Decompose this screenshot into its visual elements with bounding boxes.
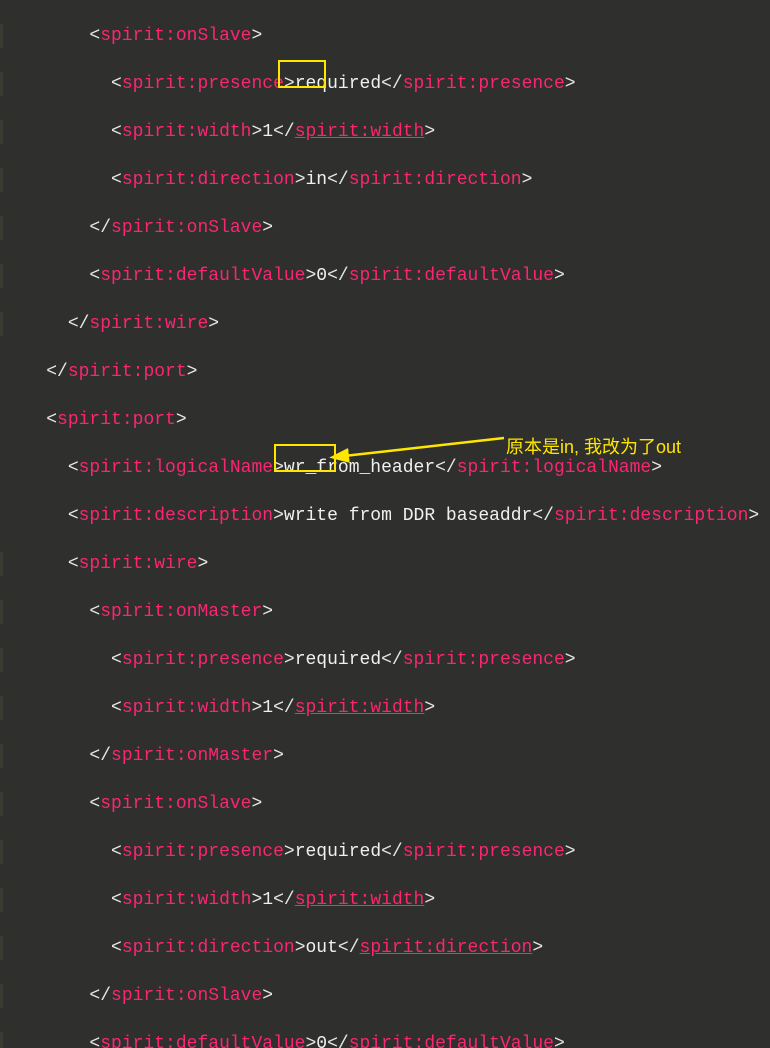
highlight-box-in: [278, 60, 326, 88]
code-line: <spirit:width>1</spirit:width>: [0, 696, 770, 720]
code-line: <spirit:presence>required</spirit:presen…: [0, 648, 770, 672]
code-line: <spirit:presence>required</spirit:presen…: [0, 840, 770, 864]
code-line: <spirit:presence>required</spirit:presen…: [0, 72, 770, 96]
code-line: <spirit:direction>in</spirit:direction>: [0, 168, 770, 192]
code-line: <spirit:description>write from DDR basea…: [0, 504, 770, 528]
code-line: <spirit:onSlave>: [0, 24, 770, 48]
code-line: <spirit:onMaster>: [0, 600, 770, 624]
code-line: <spirit:port>: [0, 408, 770, 432]
code-line: <spirit:wire>: [0, 552, 770, 576]
code-line: </spirit:onSlave>: [0, 216, 770, 240]
code-block: <spirit:onSlave> <spirit:presence>requir…: [0, 0, 770, 1048]
code-line: <spirit:logicalName>wr_from_header</spir…: [0, 456, 770, 480]
code-line: </spirit:port>: [0, 360, 770, 384]
code-line: </spirit:onSlave>: [0, 984, 770, 1008]
code-line: <spirit:width>1</spirit:width>: [0, 888, 770, 912]
annotation-text: 原本是in, 我改为了out: [506, 435, 681, 459]
code-line: <spirit:onSlave>: [0, 792, 770, 816]
highlight-box-out: [274, 444, 336, 472]
code-line: <spirit:defaultValue>0</spirit:defaultVa…: [0, 1032, 770, 1048]
code-line: </spirit:wire>: [0, 312, 770, 336]
code-line: <spirit:width>1</spirit:width>: [0, 120, 770, 144]
code-line: <spirit:direction>out</spirit:direction>: [0, 936, 770, 960]
code-line: </spirit:onMaster>: [0, 744, 770, 768]
code-line: <spirit:defaultValue>0</spirit:defaultVa…: [0, 264, 770, 288]
